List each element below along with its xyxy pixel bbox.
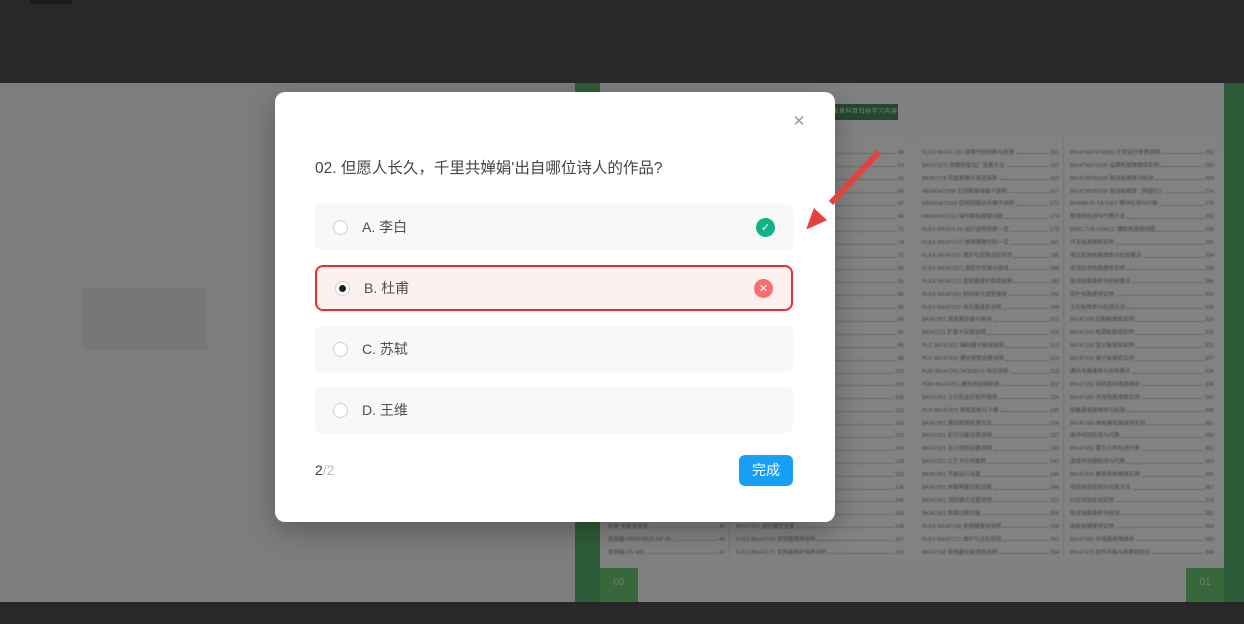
radio-icon[interactable] <box>335 281 350 296</box>
radio-icon[interactable] <box>333 220 348 235</box>
screen: 本章科目归纳学习内容 功能参数概述与安全事项3产品型号与铭牌说明5外形尺寸与安装… <box>0 0 1244 624</box>
option-b[interactable]: B. 杜甫 ✕ <box>315 265 793 311</box>
close-icon[interactable]: ✕ <box>789 112 809 132</box>
progress-total: /2 <box>323 462 335 478</box>
radio-icon[interactable] <box>333 342 348 357</box>
option-label: B. 杜甫 <box>364 278 409 298</box>
option-a[interactable]: A. 李白 ✓ <box>315 204 793 250</box>
progress-current: 2 <box>315 462 323 478</box>
option-d[interactable]: D. 王维 <box>315 387 793 433</box>
options-list: A. 李白 ✓ B. 杜甫 ✕ C. 苏轼 D. 王维 <box>315 204 793 448</box>
option-label: A. 李白 <box>362 217 407 237</box>
option-label: C. 苏轼 <box>362 339 408 359</box>
correct-check-icon: ✓ <box>756 218 775 237</box>
wrong-cross-icon: ✕ <box>754 279 773 298</box>
question-text: 02. 但愿人长久，千里共婵娟'出自哪位诗人的作品? <box>315 156 795 178</box>
quiz-modal: ✕ 02. 但愿人长久，千里共婵娟'出自哪位诗人的作品? A. 李白 ✓ B. … <box>275 92 835 522</box>
option-label: D. 王维 <box>362 400 408 420</box>
modal-footer: 2/2 完成 <box>315 452 793 488</box>
question-progress: 2/2 <box>315 462 334 478</box>
finish-button[interactable]: 完成 <box>739 455 793 486</box>
option-c[interactable]: C. 苏轼 <box>315 326 793 372</box>
radio-icon[interactable] <box>333 403 348 418</box>
